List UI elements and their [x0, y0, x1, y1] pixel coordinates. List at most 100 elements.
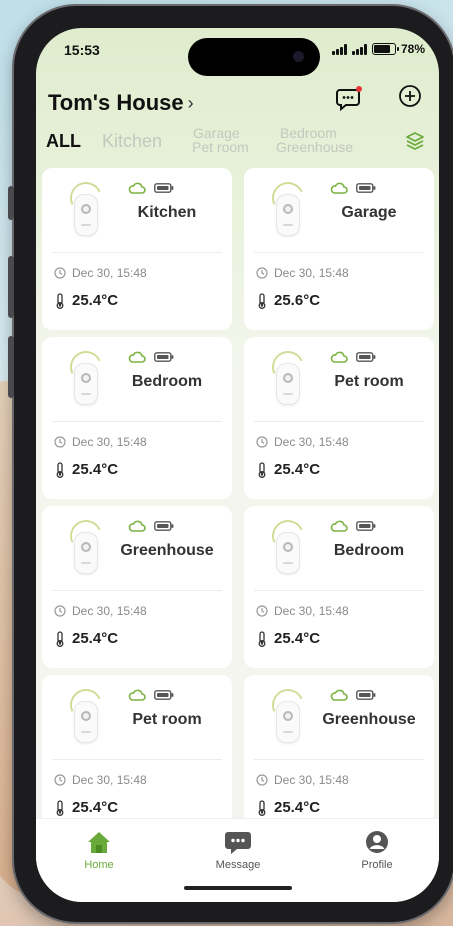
room-name: Kitchen: [137, 204, 197, 221]
temperature-value: 25.4°C: [274, 630, 321, 647]
timestamp-row: Dec 30, 15:48: [256, 773, 349, 787]
signal-icon: [351, 43, 367, 55]
clock-icon: [256, 436, 268, 448]
thermometer-icon: [258, 292, 266, 309]
tabbar-home-label: Home: [84, 859, 114, 871]
layers-icon: [406, 132, 424, 150]
tabbar-message[interactable]: Message: [193, 829, 283, 871]
clock-icon: [256, 774, 268, 786]
tab-bedroom-greenhouse[interactable]: Bedroom Greenhouse: [276, 126, 353, 154]
message-icon: [225, 832, 251, 854]
thermometer-icon: [258, 630, 266, 647]
device-body: [74, 363, 98, 405]
tab-kitchen[interactable]: Kitchen: [102, 132, 162, 150]
cloud-icon: [330, 689, 348, 701]
room-name: Bedroom: [333, 542, 405, 559]
tabbar-profile[interactable]: Profile: [332, 829, 422, 871]
device-button: [81, 542, 91, 552]
sensor-device-image: [267, 515, 309, 574]
room-name: Pet room: [132, 711, 202, 728]
device-card[interactable]: Pet room Dec 30, 15:48 25.4°C: [42, 675, 232, 837]
bottom-tab-bar: Home Message Profile: [36, 818, 439, 902]
message-button[interactable]: [334, 82, 364, 112]
timestamp: Dec 30, 15:48: [72, 773, 147, 787]
tab-label-line: Garage: [193, 125, 240, 141]
clock-icon: [54, 774, 66, 786]
tabbar-profile-label: Profile: [361, 859, 393, 871]
timestamp-row: Dec 30, 15:48: [54, 266, 147, 280]
cloud-icon: [128, 689, 146, 701]
device-label: [81, 224, 91, 226]
battery-icon: [154, 183, 174, 193]
side-button-volume-up: [8, 256, 14, 318]
timestamp: Dec 30, 15:48: [274, 435, 349, 449]
card-divider: [52, 252, 222, 253]
room-name: Pet room: [334, 373, 404, 390]
sensor-device-image: [65, 177, 107, 236]
temperature-row: 25.4°C: [54, 461, 118, 478]
battery-icon: [356, 183, 376, 193]
cloud-icon: [128, 182, 146, 194]
thermometer-icon: [56, 630, 64, 647]
temperature-row: 25.6°C: [256, 292, 320, 309]
temperature-row: 25.4°C: [54, 630, 118, 647]
sensor-device-image: [267, 346, 309, 405]
temperature-value: 25.6°C: [274, 292, 321, 309]
room-name: Garage: [341, 204, 397, 221]
device-card[interactable]: Greenhouse Dec 30, 15:48 25.4°C: [244, 675, 434, 837]
home-icon: [88, 832, 110, 853]
cloud-icon: [330, 520, 348, 532]
clock-icon: [54, 436, 66, 448]
add-device-button[interactable]: [396, 82, 424, 110]
plus-circle-icon: [399, 85, 421, 107]
side-button-volume-down: [8, 336, 14, 398]
device-card[interactable]: Bedroom Dec 30, 15:48 25.4°C: [42, 337, 232, 499]
device-label: [81, 562, 91, 564]
tabbar-home[interactable]: Home: [54, 829, 144, 871]
tab-garage-pet-room[interactable]: Garage Pet room: [192, 126, 249, 154]
device-body: [276, 532, 300, 574]
device-body: [276, 701, 300, 743]
sensor-device-image: [65, 346, 107, 405]
device-card[interactable]: Bedroom Dec 30, 15:48 25.4°C: [244, 506, 434, 668]
clock-icon: [54, 605, 66, 617]
device-button: [283, 711, 293, 721]
battery-icon: [356, 521, 376, 531]
battery-icon: [371, 43, 399, 55]
card-divider: [254, 421, 424, 422]
battery-percent: 78%: [400, 42, 425, 56]
device-label: [283, 393, 293, 395]
device-card[interactable]: Kitchen Dec 30, 15:48 25.4°C: [42, 168, 232, 330]
device-button: [283, 204, 293, 214]
sensor-device-image: [65, 684, 107, 743]
layers-button[interactable]: [404, 130, 426, 152]
home-indicator[interactable]: [184, 886, 292, 890]
tab-all[interactable]: ALL: [46, 132, 81, 150]
timestamp-row: Dec 30, 15:48: [54, 604, 147, 618]
device-card[interactable]: Pet room Dec 30, 15:48 25.4°C: [244, 337, 434, 499]
device-card[interactable]: Garage Dec 30, 15:48 25.6°C: [244, 168, 434, 330]
device-body: [74, 701, 98, 743]
chevron-right-icon: ›: [187, 92, 194, 113]
home-selector[interactable]: Tom's House ›: [48, 90, 194, 116]
timestamp: Dec 30, 15:48: [72, 266, 147, 280]
signal-icon: [331, 43, 347, 55]
device-label: [81, 731, 91, 733]
device-body: [74, 194, 98, 236]
device-label: [283, 731, 293, 733]
device-button: [283, 542, 293, 552]
device-label: [283, 562, 293, 564]
cloud-icon: [128, 520, 146, 532]
timestamp: Dec 30, 15:48: [72, 435, 147, 449]
cloud-icon: [128, 351, 146, 363]
temperature-row: 25.4°C: [54, 292, 118, 309]
temperature-value: 25.4°C: [72, 461, 119, 478]
timestamp: Dec 30, 15:48: [274, 266, 349, 280]
timestamp: Dec 30, 15:48: [72, 604, 147, 618]
tab-label-line: Pet room: [192, 139, 249, 155]
thermometer-icon: [258, 799, 266, 816]
device-card[interactable]: Greenhouse Dec 30, 15:48 25.4°C: [42, 506, 232, 668]
temperature-value: 25.4°C: [274, 799, 321, 816]
room-name: Greenhouse: [120, 542, 214, 559]
cloud-icon: [330, 182, 348, 194]
